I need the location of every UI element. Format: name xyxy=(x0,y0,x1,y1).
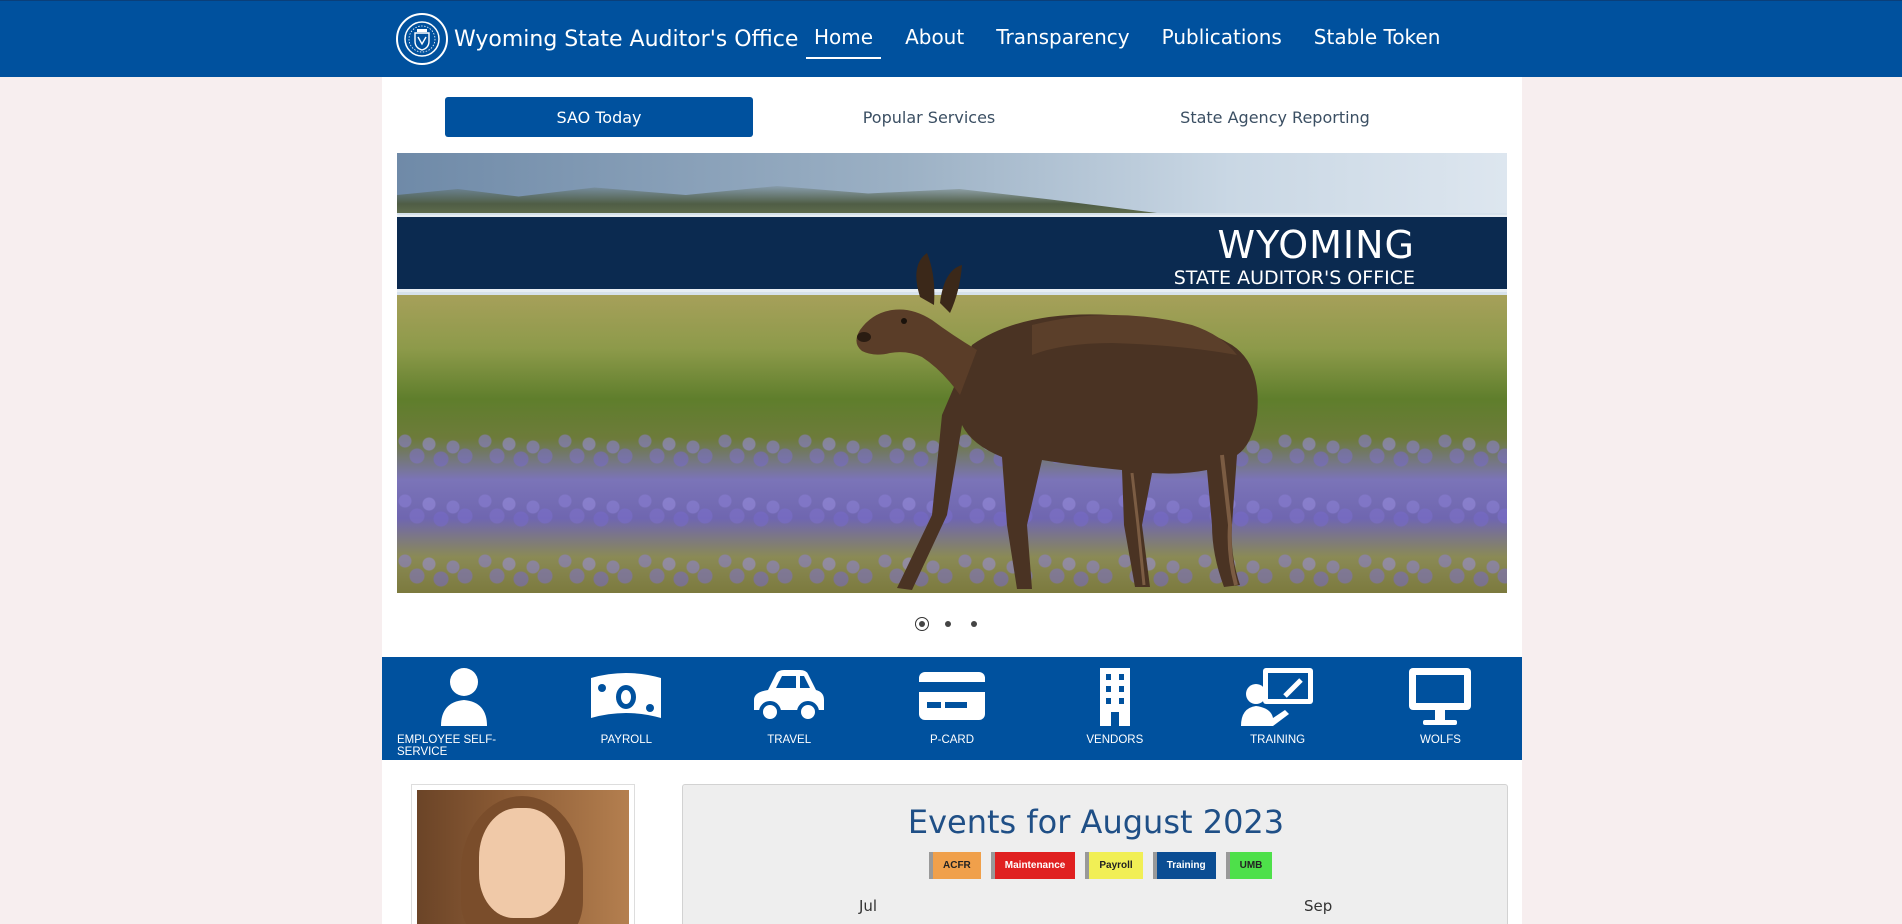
service-vendors[interactable]: VENDORS xyxy=(1048,657,1181,760)
popular-services-bar: EMPLOYEE SELF-SERVICE PAYROLL TRAVEL P-C… xyxy=(382,657,1522,760)
service-label: PAYROLL xyxy=(600,734,652,746)
hero-carousel[interactable]: WYOMING STATE AUDITOR'S OFFICE xyxy=(397,153,1507,593)
credit-card-icon xyxy=(918,672,985,720)
service-label: P-CARD xyxy=(929,734,975,746)
service-p-card[interactable]: P-CARD xyxy=(885,657,1018,760)
carousel-dot-1[interactable] xyxy=(915,617,929,631)
state-seal-icon xyxy=(396,13,448,65)
service-training[interactable]: TRAINING xyxy=(1211,657,1344,760)
building-icon xyxy=(1099,668,1130,726)
legend-umb[interactable]: UMB xyxy=(1225,852,1273,879)
legend-training[interactable]: Training xyxy=(1152,852,1216,879)
carousel-dot-3[interactable] xyxy=(967,617,981,631)
event-category-legend: ACFR Maintenance Payroll Training UMB xyxy=(929,852,1273,879)
tab-state-agency-reporting[interactable]: State Agency Reporting xyxy=(1105,97,1445,137)
photo-face xyxy=(479,808,565,918)
legend-acfr[interactable]: ACFR xyxy=(929,852,981,879)
legend-payroll[interactable]: Payroll xyxy=(1085,852,1143,879)
presentation-icon xyxy=(1240,668,1313,726)
events-calendar: Events for August 2023 ACFR Maintenance … xyxy=(682,784,1508,924)
service-wolfs[interactable]: WOLFS xyxy=(1374,657,1507,760)
tab-sao-today[interactable]: SAO Today xyxy=(445,97,753,137)
top-navbar: Wyoming State Auditor's Office Home Abou… xyxy=(0,0,1902,77)
nav-publications[interactable]: Publications xyxy=(1154,21,1290,59)
nav-about[interactable]: About xyxy=(897,21,972,59)
service-label: TRAVEL xyxy=(767,734,812,746)
nav-transparency[interactable]: Transparency xyxy=(988,21,1137,59)
prev-month-link[interactable]: Jul xyxy=(859,897,877,915)
service-label: VENDORS xyxy=(1086,734,1144,746)
service-travel[interactable]: TRAVEL xyxy=(723,657,856,760)
carousel-dot-2[interactable] xyxy=(941,617,955,631)
nav-home[interactable]: Home xyxy=(806,21,882,59)
next-month-link[interactable]: Sep xyxy=(1304,897,1332,915)
user-icon xyxy=(440,668,487,726)
money-icon xyxy=(591,673,662,718)
main-nav: Home About Transparency Publications Sta… xyxy=(806,21,1448,59)
service-label: EMPLOYEE SELF-SERVICE xyxy=(397,734,497,758)
auditor-photo-frame xyxy=(411,784,635,924)
car-icon xyxy=(754,670,825,723)
content-tabs: SAO Today Popular Services State Agency … xyxy=(445,97,1445,137)
main-content: SAO Today Popular Services State Agency … xyxy=(382,77,1522,924)
service-employee-self-service[interactable]: EMPLOYEE SELF-SERVICE xyxy=(397,657,530,760)
nav-stable-token[interactable]: Stable Token xyxy=(1306,21,1449,59)
tab-popular-services[interactable]: Popular Services xyxy=(753,97,1105,137)
service-label: TRAINING xyxy=(1250,734,1306,746)
monitor-icon xyxy=(1409,668,1472,725)
site-title: Wyoming State Auditor's Office xyxy=(454,26,799,52)
carousel-indicators xyxy=(915,617,981,631)
brand[interactable]: Wyoming State Auditor's Office xyxy=(396,13,798,65)
moose-illustration xyxy=(856,253,1258,590)
events-title: Events for August 2023 xyxy=(907,803,1285,841)
service-payroll[interactable]: PAYROLL xyxy=(560,657,693,760)
legend-maintenance[interactable]: Maintenance xyxy=(990,852,1076,879)
auditor-photo xyxy=(417,790,629,924)
service-label: WOLFS xyxy=(1420,734,1461,746)
